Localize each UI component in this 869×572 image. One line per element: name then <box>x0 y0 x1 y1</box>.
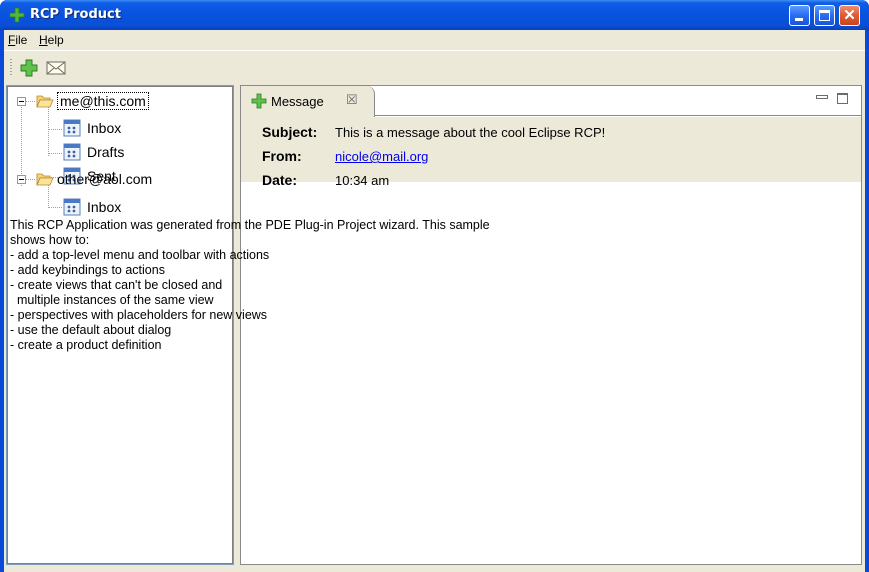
tree-label: Inbox <box>87 199 122 215</box>
tree-folder-inbox[interactable]: Inbox <box>63 197 121 217</box>
subject-label: Subject: <box>262 124 318 140</box>
folder-open-icon <box>36 95 54 108</box>
tree-line <box>49 207 63 208</box>
message-header: Subject: This is a message about the coo… <box>241 117 861 188</box>
folder-open-icon <box>36 173 54 186</box>
tree-line <box>49 153 63 154</box>
view-icon <box>63 198 81 216</box>
date-value: 10:34 am <box>335 173 390 188</box>
maximize-view-icon[interactable] <box>837 93 848 104</box>
maximize-icon <box>819 10 830 21</box>
from-label: From: <box>262 148 302 164</box>
view-icon <box>63 119 81 137</box>
tree-folder-inbox[interactable]: Inbox <box>63 118 121 138</box>
tree-line <box>48 105 49 157</box>
close-button[interactable]: ✕ <box>839 5 860 26</box>
close-icon[interactable]: ☒ <box>346 92 358 108</box>
tree-line <box>49 129 63 130</box>
tree-line <box>26 179 36 180</box>
maximize-button[interactable] <box>814 5 835 26</box>
menu-bar: File Help <box>4 30 865 50</box>
menu-help[interactable]: Help <box>39 33 64 47</box>
mail-icon[interactable] <box>45 57 67 79</box>
toolbar <box>4 50 865 82</box>
minimize-icon <box>795 18 803 21</box>
view-tab-strip: Message ☒ <box>241 86 861 117</box>
close-icon: ✕ <box>843 7 856 24</box>
subject-value: This is a message about the cool Eclipse… <box>335 125 606 140</box>
message-body[interactable]: This RCP Application was generated from … <box>10 218 610 353</box>
plus-icon <box>9 7 25 23</box>
tree-line <box>26 101 36 102</box>
collapse-toggle[interactable] <box>17 97 26 106</box>
menu-file[interactable]: File <box>8 33 27 47</box>
minimize-button[interactable] <box>789 5 810 26</box>
tab-message[interactable]: Message ☒ <box>241 86 375 117</box>
window-title: RCP Product <box>30 7 121 22</box>
tree-label: Drafts <box>87 144 125 160</box>
add-icon[interactable] <box>18 57 40 79</box>
tree-account-other[interactable]: other@aol.com <box>36 169 152 189</box>
tree-label: other@aol.com <box>57 171 153 187</box>
client-area: File Help me@this.com Inbox Drafts Sent … <box>4 30 865 572</box>
toolbar-grip[interactable] <box>10 59 12 75</box>
application-window: RCP Product ✕ File Help me@this.com Inbo… <box>0 0 869 572</box>
tree-label: me@this.com <box>57 92 149 110</box>
tab-label: Message <box>271 94 324 109</box>
minimize-view-icon[interactable] <box>816 93 828 103</box>
title-bar[interactable]: RCP Product ✕ <box>0 0 869 30</box>
date-label: Date: <box>262 172 298 188</box>
tree-folder-drafts[interactable]: Drafts <box>63 142 124 162</box>
tree-account-me[interactable]: me@this.com <box>36 91 149 111</box>
collapse-toggle[interactable] <box>17 175 26 184</box>
plus-icon <box>251 93 267 109</box>
tree-label: Inbox <box>87 120 122 136</box>
from-link[interactable]: nicole@mail.org <box>335 149 428 164</box>
view-icon <box>63 143 81 161</box>
